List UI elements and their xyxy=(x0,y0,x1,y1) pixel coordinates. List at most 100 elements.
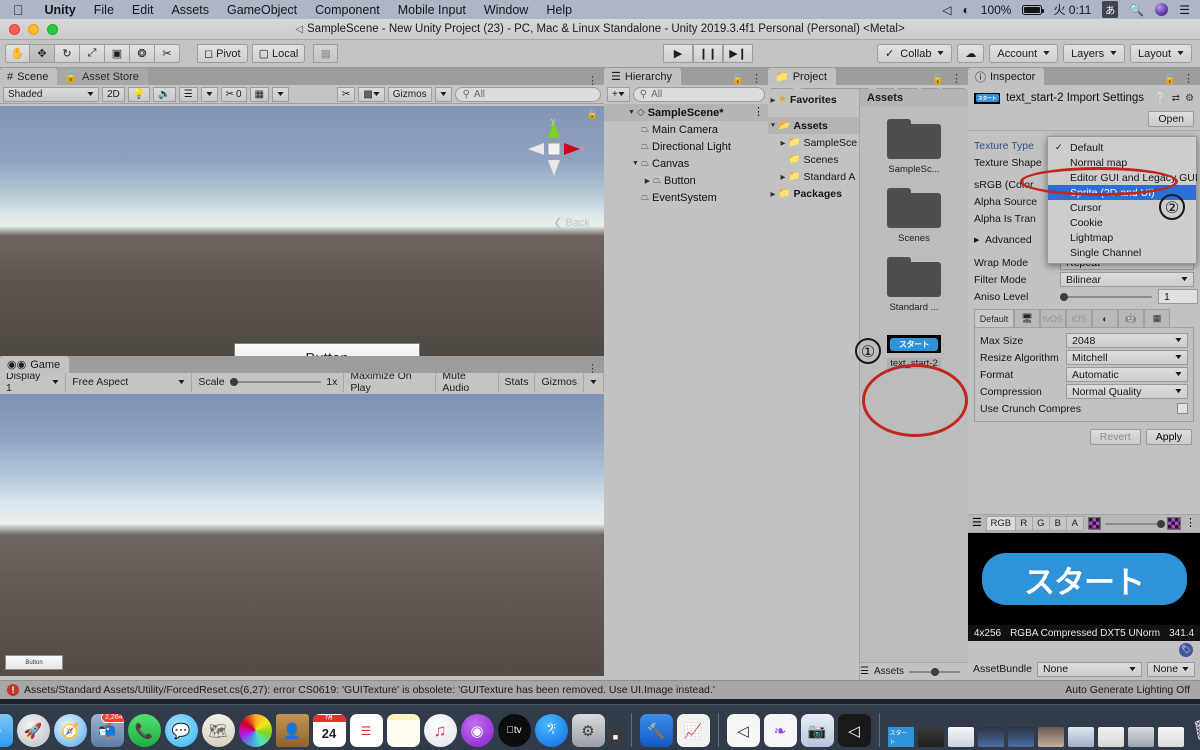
platform-tab-ios[interactable]: iOS xyxy=(1066,309,1092,327)
tab-inspector[interactable]: ⓘ Inspector xyxy=(968,68,1045,85)
scene-view[interactable]: Button 🔒 y x ❮ Back xyxy=(0,106,604,356)
scene-tools-icon[interactable]: ✂ xyxy=(336,86,356,102)
preview-channel-b[interactable]: B xyxy=(1049,516,1067,531)
project-tree-standard-assets[interactable]: ▶ 📁 Standard A xyxy=(768,168,859,185)
airplay-icon[interactable]: ◁ xyxy=(942,4,951,16)
grid-snap-icon[interactable]: ▦ xyxy=(313,44,339,63)
dock-podcasts-icon[interactable]: ◉ xyxy=(460,714,494,747)
project-tree-samplescene[interactable]: ▶ 📁 SampleSce xyxy=(768,134,859,151)
chevron-right-icon[interactable]: ▶ xyxy=(974,236,985,244)
chevron-right-icon[interactable]: ▶ xyxy=(768,190,778,198)
spotlight-search-icon[interactable]: 🔍 xyxy=(1129,4,1144,16)
rect-tool[interactable]: ▣ xyxy=(105,44,130,63)
maximize-on-play-toggle[interactable]: Maximize On Play xyxy=(344,370,437,394)
effects-dropdown[interactable]: ▼ xyxy=(200,86,218,102)
dock-photos-icon[interactable] xyxy=(238,714,272,747)
asset-item-scenes[interactable]: Scenes xyxy=(860,188,968,244)
kebab-menu-icon[interactable]: ⋮ xyxy=(753,107,764,118)
hierarchy-add-button[interactable]: + ▼ xyxy=(607,87,630,102)
dock-preview-icon[interactable]: 📷 xyxy=(800,714,834,747)
kebab-menu-icon[interactable]: ⋮ xyxy=(751,74,762,85)
asset-item-standard-assets[interactable]: Standard ... xyxy=(860,257,968,313)
project-tree-scenes[interactable]: 📁 Scenes xyxy=(768,151,859,168)
use-crunch-checkbox[interactable] xyxy=(1177,403,1188,414)
dock-finder-icon[interactable]: ☺ xyxy=(0,714,13,747)
chevron-right-icon[interactable]: ▶ xyxy=(642,177,653,185)
dock-unity-editor-icon[interactable]: ◁ xyxy=(837,714,871,747)
android-icon[interactable]: 🤖 xyxy=(1118,309,1144,327)
tab-project[interactable]: 📁 Project xyxy=(768,68,836,85)
hierarchy-search-input[interactable]: ⚲ All xyxy=(632,87,765,102)
asset-item-text-start-2[interactable]: スタート text_start-2 xyxy=(860,335,968,369)
apple-icon[interactable]:  xyxy=(0,3,36,17)
list-view-icon[interactable]: ☰ xyxy=(860,666,869,677)
account-button[interactable]: Account ▼ xyxy=(989,44,1059,63)
menubar-clock[interactable]: 火 0:11 xyxy=(1053,4,1091,16)
menu-item-lightmap[interactable]: Lightmap xyxy=(1048,230,1196,245)
game-gizmos-toggle[interactable]: Gizmos xyxy=(535,372,585,392)
aniso-value-input[interactable]: 1 xyxy=(1158,289,1198,304)
menu-item-cookie[interactable]: Cookie xyxy=(1048,215,1196,230)
aniso-slider-track[interactable] xyxy=(1060,292,1152,301)
field-aniso-level[interactable]: Aniso Level 1 xyxy=(974,288,1198,305)
uwp-icon[interactable]: ▦ xyxy=(1144,309,1170,327)
preview-channel-rgb[interactable]: RGB xyxy=(985,516,1016,531)
filter-mode-dropdown[interactable]: Bilinear ▼ xyxy=(1060,272,1194,287)
hierarchy-row-main-camera[interactable]: ⏢ Main Camera xyxy=(604,121,768,138)
hierarchy-row-samplescene[interactable]: ▼ ◇ SampleScene* ⋮ xyxy=(604,104,768,121)
hierarchy-row-button[interactable]: ▶ ⏢ Button xyxy=(604,172,768,189)
tab-hierarchy[interactable]: ☰ Hierarchy xyxy=(604,68,681,85)
revert-button[interactable]: Revert xyxy=(1089,429,1141,445)
kebab-menu-icon[interactable]: ⋮ xyxy=(951,74,962,85)
preset-icon[interactable]: ⇄ xyxy=(1172,93,1180,104)
menu-gameobject[interactable]: GameObject xyxy=(218,3,306,17)
dock-calendar-icon[interactable]: 7月 24 xyxy=(312,714,346,747)
dock-system-preferences-icon[interactable]: ⚙ xyxy=(571,714,605,747)
kebab-menu-icon[interactable]: ⋮ xyxy=(587,76,598,87)
kebab-menu-icon[interactable]: ⋮ xyxy=(587,364,598,375)
grid-dropdown[interactable]: ▼ xyxy=(272,86,289,102)
aniso-control[interactable]: 1 xyxy=(1060,289,1198,304)
custom-editor-tool[interactable]: ✂ xyxy=(155,44,180,63)
project-tree-assets[interactable]: ▼ 📂 Assets xyxy=(768,117,859,134)
pause-button[interactable]: ❙❙ xyxy=(693,44,724,63)
mip-level-knob[interactable] xyxy=(1157,519,1166,528)
chevron-down-icon[interactable]: ▼ xyxy=(626,109,637,116)
chevron-right-icon[interactable]: ▶ xyxy=(778,173,788,181)
battery-charging-icon[interactable] xyxy=(1022,4,1045,15)
alpha-checker-icon[interactable] xyxy=(1167,517,1182,530)
menu-edit[interactable]: Edit xyxy=(123,3,163,17)
field-format[interactable]: Format Automatic ▼ xyxy=(980,366,1188,383)
menu-unity[interactable]: Unity xyxy=(36,3,85,17)
aniso-slider-knob[interactable] xyxy=(1060,292,1068,301)
scene-search-input[interactable]: ⚲ All xyxy=(454,86,601,102)
standalone-monitor-icon[interactable]: 🖥 xyxy=(1014,309,1040,327)
dock-minimized-window[interactable] xyxy=(1157,727,1184,747)
preview-channel-r[interactable]: R xyxy=(1015,516,1033,531)
play-button[interactable]: ▶ xyxy=(663,44,694,63)
chevron-down-icon[interactable]: ▼ xyxy=(630,160,641,167)
mute-audio-toggle[interactable]: Mute Audio xyxy=(436,370,499,394)
dock-launchpad-icon[interactable]: 🚀 xyxy=(16,714,50,747)
kebab-menu-icon[interactable]: ⋮ xyxy=(1185,518,1196,529)
unity-statusbar[interactable]: ! Assets/Standard Assets/Utility/ForcedR… xyxy=(0,680,1200,699)
hierarchy-row-eventsystem[interactable]: ⏢ EventSystem xyxy=(604,189,768,206)
move-tool[interactable]: ✥ xyxy=(30,44,55,63)
menu-assets[interactable]: Assets xyxy=(162,3,218,17)
scale-slider-knob[interactable] xyxy=(229,378,238,386)
dock-unity-hub-icon[interactable]: ◁ xyxy=(726,714,760,747)
field-compression[interactable]: Compression Normal Quality ▼ xyxy=(980,383,1188,400)
dock-mail-icon[interactable]: 2,264 📬 xyxy=(90,714,124,747)
kebab-menu-icon[interactable]: ⋮ xyxy=(1183,74,1194,85)
apply-button[interactable]: Apply xyxy=(1145,429,1192,445)
display-dropdown[interactable]: Display 1 ▼ xyxy=(0,370,67,394)
dock-reminders-icon[interactable]: ☰ xyxy=(349,714,383,747)
scale-slider[interactable]: Scale 1x xyxy=(192,372,345,392)
dock-messages-icon[interactable]: 💬 xyxy=(164,714,198,747)
control-center-icon[interactable]: ☰ xyxy=(1179,4,1190,16)
menu-file[interactable]: File xyxy=(85,3,123,17)
field-resize-algorithm[interactable]: Resize Algorithm Mitchell ▼ xyxy=(980,349,1188,366)
dock-facetime-icon[interactable]: 📞 xyxy=(127,714,161,747)
field-use-crunch-compression[interactable]: Use Crunch Compres xyxy=(980,400,1188,417)
scale-slider-track[interactable] xyxy=(229,378,322,386)
